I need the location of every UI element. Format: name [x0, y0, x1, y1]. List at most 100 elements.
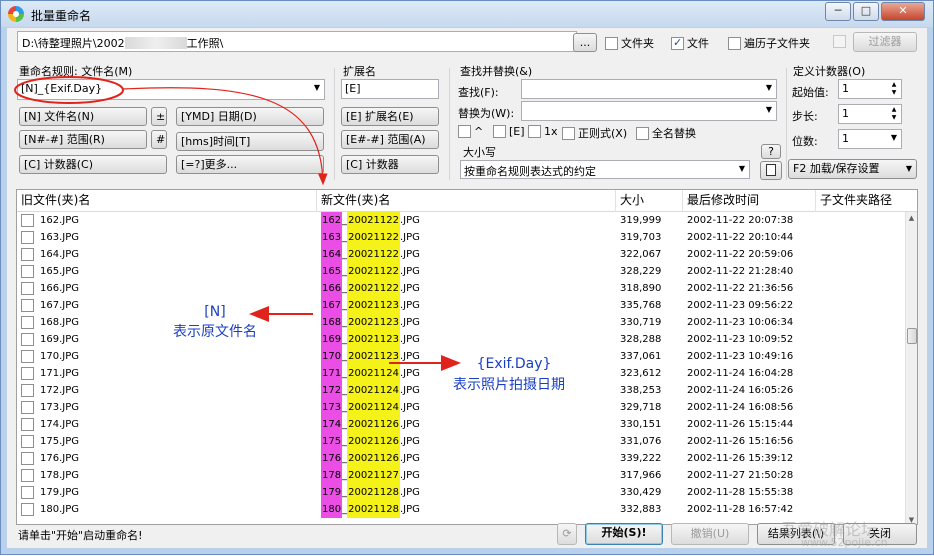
table-row[interactable]: 166.JPG 166_20021122.JPG 318,890 2002-11-22…	[17, 280, 907, 297]
start-button[interactable]: 开始(S)!	[585, 523, 663, 545]
close-window-button[interactable]: ✕	[881, 2, 925, 21]
table-row[interactable]: 180.JPG 180_20021128.JPG 332,883 2002-11-28…	[17, 501, 907, 518]
case-select[interactable]: 按重命名规则表达式的约定 ▼	[460, 160, 750, 179]
hash-button[interactable]: #	[151, 130, 167, 149]
table-row[interactable]: 170.JPG 170_20021123.JPG 337,061 2002-11-23…	[17, 348, 907, 365]
once-checkbox[interactable]: 1x	[528, 125, 558, 138]
table-row[interactable]: 178.JPG 178_20021127.JPG 317,966 2002-11-27…	[17, 467, 907, 484]
row-checkbox[interactable]	[21, 367, 34, 380]
subfolder-checkbox-box[interactable]	[728, 36, 741, 50]
row-checkbox[interactable]	[21, 503, 34, 516]
insert-date-button[interactable]: [YMD] 日期(D)	[176, 107, 324, 126]
vertical-scrollbar[interactable]: ▲ ▼	[905, 212, 917, 524]
insert-ext-button[interactable]: [E] 扩展名(E)	[341, 107, 439, 126]
chevron-down-icon[interactable]: ▼	[739, 164, 745, 173]
spinner[interactable]: ▲ ▼	[888, 81, 900, 98]
insert-counter-button[interactable]: [C] 计数器(C)	[19, 155, 167, 174]
chevron-down-icon[interactable]: ▼	[891, 133, 897, 142]
ext-input[interactable]: [E]	[341, 79, 439, 99]
maximize-button[interactable]: □	[853, 2, 879, 21]
plus-minus-button[interactable]: ±	[151, 107, 167, 126]
caret-checkbox[interactable]: ^	[458, 125, 483, 138]
folder-checkbox[interactable]: 文件夹	[605, 35, 654, 51]
insert-time-button[interactable]: [hms]时间[T]	[176, 132, 324, 151]
chevron-down-icon[interactable]: ▼	[766, 83, 772, 92]
row-checkbox[interactable]	[21, 316, 34, 329]
path-input[interactable]: D:\待整理照片\2002 工作照\	[17, 31, 577, 52]
regex-checkbox[interactable]: 正则式(X)	[562, 125, 627, 141]
col-size[interactable]: 大小	[616, 190, 683, 212]
clipboard-button[interactable]	[760, 161, 782, 180]
col-new-name[interactable]: 新文件(夹)名	[317, 190, 616, 212]
row-checkbox[interactable]	[21, 350, 34, 363]
filter-checkbox[interactable]	[833, 35, 846, 48]
replace-input[interactable]: ▼	[521, 101, 777, 121]
table-row[interactable]: 164.JPG 164_20021122.JPG 322,067 2002-11-22…	[17, 246, 907, 263]
row-checkbox[interactable]	[21, 282, 34, 295]
subfolder-checkbox[interactable]: 遍历子文件夹	[728, 35, 810, 51]
filter-checkbox-box[interactable]	[833, 35, 846, 48]
col-subpath[interactable]: 子文件夹路径	[816, 190, 917, 212]
insert-range-button[interactable]: [N#-#] 范围(R)	[19, 130, 147, 149]
table-row[interactable]: 173.JPG 173_20021124.JPG 329,718 2002-11-24…	[17, 399, 907, 416]
full-replace-checkbox-box[interactable]	[636, 126, 649, 140]
scroll-up-icon[interactable]: ▲	[906, 212, 917, 224]
table-row[interactable]: 175.JPG 175_20021126.JPG 331,076 2002-11-26…	[17, 433, 907, 450]
row-checkbox[interactable]	[21, 214, 34, 227]
row-checkbox[interactable]	[21, 333, 34, 346]
filter-button[interactable]: 过滤器	[853, 32, 917, 52]
ext-only-checkbox[interactable]: [E]	[493, 125, 525, 138]
full-replace-checkbox[interactable]: 全名替换	[636, 125, 696, 141]
row-checkbox[interactable]	[21, 418, 34, 431]
table-row[interactable]: 168.JPG 168_20021123.JPG 330,719 2002-11-23…	[17, 314, 907, 331]
spinner[interactable]: ▲ ▼	[888, 106, 900, 123]
table-row[interactable]: 176.JPG 176_20021126.JPG 339,222 2002-11-26…	[17, 450, 907, 467]
row-checkbox[interactable]	[21, 248, 34, 261]
digits-select[interactable]: 1 ▼	[838, 129, 902, 149]
table-row[interactable]: 169.JPG 169_20021123.JPG 328,288 2002-11-23…	[17, 331, 907, 348]
rule-input[interactable]: [N]_{Exif.Day} ▼	[17, 79, 325, 100]
table-row[interactable]: 162.JPG 162_20021122.JPG 319,999 2002-11-22…	[17, 212, 907, 229]
row-checkbox[interactable]	[21, 469, 34, 482]
insert-ext-counter-button[interactable]: [C] 计数器	[341, 155, 439, 174]
row-checkbox[interactable]	[21, 486, 34, 499]
file-checkbox[interactable]: 文件	[671, 35, 709, 51]
row-checkbox[interactable]	[21, 435, 34, 448]
insert-ext-range-button[interactable]: [E#-#] 范围(A)	[341, 130, 439, 149]
minimize-button[interactable]: ─	[825, 2, 851, 21]
table-row[interactable]: 179.JPG 179_20021128.JPG 330,429 2002-11-28…	[17, 484, 907, 501]
help-button[interactable]: ?	[761, 144, 781, 159]
table-row[interactable]: 163.JPG 163_20021122.JPG 319,703 2002-11-22…	[17, 229, 907, 246]
step-input[interactable]: 1 ▲ ▼	[838, 104, 902, 124]
col-mtime[interactable]: 最后修改时间	[683, 190, 816, 212]
undo-button[interactable]: 撤销(U)	[671, 523, 749, 545]
row-checkbox[interactable]	[21, 401, 34, 414]
row-checkbox[interactable]	[21, 299, 34, 312]
col-old-name[interactable]: 旧文件(夹)名	[17, 190, 317, 212]
start-input[interactable]: 1 ▲ ▼	[838, 79, 902, 99]
browse-button[interactable]: ...	[573, 33, 597, 52]
more-button[interactable]: [=?]更多...	[176, 155, 324, 174]
scroll-thumb[interactable]	[907, 328, 917, 344]
row-checkbox[interactable]	[21, 384, 34, 397]
chevron-down-icon[interactable]: ▼	[766, 105, 772, 114]
row-checkbox[interactable]	[21, 265, 34, 278]
refresh-button[interactable]: ⟳	[557, 523, 577, 545]
row-checkbox[interactable]	[21, 452, 34, 465]
row-size: 317,966	[620, 470, 662, 481]
ext-only-checkbox-box[interactable]	[493, 125, 506, 138]
caret-checkbox-box[interactable]	[458, 125, 471, 138]
table-row[interactable]: 165.JPG 165_20021122.JPG 328,229 2002-11-22…	[17, 263, 907, 280]
regex-checkbox-box[interactable]	[562, 126, 575, 140]
chevron-down-icon[interactable]: ▼	[314, 83, 320, 92]
table-row[interactable]: 174.JPG 174_20021126.JPG 330,151 2002-11-26…	[17, 416, 907, 433]
load-save-button[interactable]: F2 加载/保存设置 ▼	[788, 159, 917, 179]
row-size: 338,253	[620, 385, 662, 396]
row-checkbox[interactable]	[21, 231, 34, 244]
insert-name-button[interactable]: [N] 文件名(N)	[19, 107, 147, 126]
file-checkbox-box[interactable]	[671, 36, 684, 50]
folder-checkbox-box[interactable]	[605, 36, 618, 50]
find-input[interactable]: ▼	[521, 79, 777, 99]
once-checkbox-box[interactable]	[528, 125, 541, 138]
table-row[interactable]: 167.JPG 167_20021123.JPG 335,768 2002-11-23…	[17, 297, 907, 314]
